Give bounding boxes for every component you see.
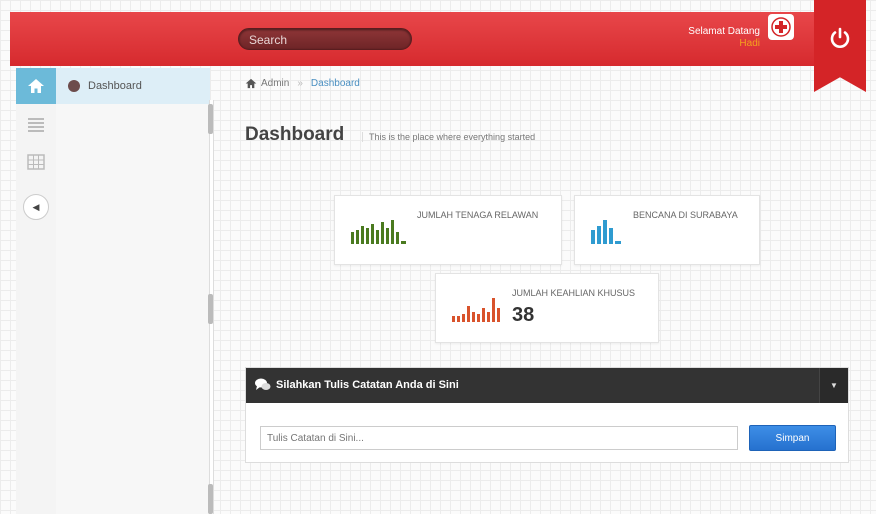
sidebar-resize-handle[interactable]	[208, 294, 213, 324]
top-header: Search Selamat Datang Hadi	[10, 12, 866, 66]
note-input[interactable]	[260, 426, 738, 450]
breadcrumb-separator: »	[297, 78, 303, 89]
sidebar-item-label: Dashboard	[88, 80, 142, 92]
welcome-user[interactable]: Hadi	[688, 38, 760, 50]
bar-chart-icon	[351, 220, 406, 244]
home-icon	[245, 78, 257, 89]
stat-label: JUMLAH KEAHLIAN KHUSUS	[512, 288, 636, 298]
sidebar-submenu: Dashboard	[56, 68, 210, 514]
stat-label: BENCANA DI SURABAYA	[633, 210, 738, 220]
stat-value: 38	[512, 304, 535, 326]
stat-card-bencana[interactable]: BENCANA DI SURABAYA	[574, 195, 760, 265]
chat-icon	[255, 378, 271, 390]
sidebar-resize-handle[interactable]	[208, 104, 213, 134]
welcome-label: Selamat Datang	[688, 26, 760, 37]
notes-panel-header: Silahkan Tulis Catatan Anda di Sini ▼	[246, 368, 848, 403]
sidebar-item-dashboard[interactable]: Dashboard	[56, 68, 210, 104]
breadcrumb-current[interactable]: Dashboard	[311, 78, 360, 89]
left-rail: ◀	[16, 68, 57, 514]
table-icon[interactable]	[27, 154, 45, 170]
chevron-down-icon[interactable]: ▼	[819, 368, 848, 403]
bar-chart-icon	[591, 220, 621, 244]
stat-label: JUMLAH TENAGA RELAWAN	[417, 210, 539, 220]
power-icon	[830, 27, 850, 48]
breadcrumb: Admin » Dashboard	[245, 78, 360, 89]
breadcrumb-root[interactable]: Admin	[261, 78, 289, 89]
welcome-block: Selamat Datang Hadi	[688, 26, 760, 50]
save-button[interactable]: Simpan	[749, 425, 836, 451]
stat-card-relawan[interactable]: JUMLAH TENAGA RELAWAN	[334, 195, 562, 265]
home-icon[interactable]	[16, 68, 56, 104]
logout-button[interactable]	[814, 0, 866, 92]
page-subtitle: This is the place where everything start…	[362, 132, 535, 142]
list-icon[interactable]	[27, 116, 45, 132]
page-title: Dashboard	[245, 124, 345, 145]
collapse-icon[interactable]: ◀	[23, 194, 49, 220]
notes-panel-title: Silahkan Tulis Catatan Anda di Sini	[276, 379, 459, 391]
search-input[interactable]: Search	[238, 28, 412, 50]
bar-chart-icon	[452, 298, 500, 322]
sidebar-resize-handle[interactable]	[208, 484, 213, 514]
red-cross-icon[interactable]	[768, 14, 794, 40]
stat-card-keahlian[interactable]: JUMLAH KEAHLIAN KHUSUS 38	[435, 273, 659, 343]
dashboard-icon	[68, 80, 80, 92]
notes-panel: Silahkan Tulis Catatan Anda di Sini ▼ Si…	[245, 367, 849, 463]
